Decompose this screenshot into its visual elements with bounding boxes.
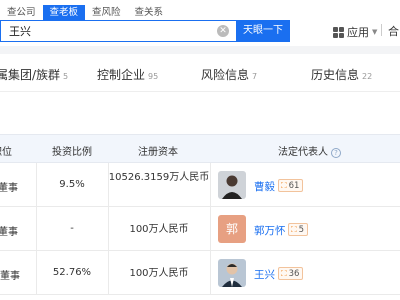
table-row: 董事 9.5% 10526.3159万人民币 曹毅 ⛶ 61 — [0, 163, 400, 207]
capital-cell: 100万人民币 — [129, 224, 189, 235]
capital-cell: 100万人民币 — [129, 268, 189, 279]
related-count-badge[interactable]: ⛶ 5 — [288, 223, 309, 236]
chevron-down-icon: ▼ — [372, 28, 378, 36]
tab-risk[interactable]: 查风险 — [85, 5, 128, 20]
clear-icon[interactable]: ✕ — [217, 25, 229, 37]
avatar[interactable]: 郭 — [218, 215, 246, 243]
table-header: 职位 投资比例 注册资本 法定代表人? — [0, 134, 400, 163]
col-legal-rep: 法定代表人? — [278, 143, 341, 158]
top-bar: 查公司 查老板 查风险 查关系 ✕ 天眼一下 应用 ▼ 合 — [0, 0, 400, 44]
network-icon: ⛶ — [281, 181, 287, 190]
ratio-cell: 9.5% — [59, 179, 85, 190]
related-count-badge[interactable]: ⛶ 36 — [278, 267, 304, 280]
tab-relation[interactable]: 查关系 — [128, 5, 171, 20]
related-count-badge[interactable]: ⛶ 61 — [278, 179, 304, 192]
apps-menu[interactable]: 应用 ▼ — [333, 24, 377, 40]
search-button[interactable]: 天眼一下 — [236, 20, 290, 42]
avatar[interactable] — [218, 171, 246, 199]
tab-boss[interactable]: 查老板 — [42, 5, 86, 20]
profile-subtabs: 属集团/族群 5 控制企业 95 风险信息 7 历史信息 22 — [0, 54, 400, 92]
subtab-risk[interactable]: 风险信息 7 — [201, 66, 257, 83]
content-spacer — [0, 92, 400, 130]
position-cell: 董事 — [0, 183, 18, 194]
col-ratio: 投资比例 — [52, 147, 92, 158]
help-icon[interactable]: ? — [331, 148, 341, 158]
header-divider — [381, 24, 382, 36]
position-cell: 事董事 — [0, 271, 20, 282]
avatar[interactable] — [218, 259, 246, 287]
tab-company[interactable]: 查公司 — [0, 5, 43, 20]
subtab-group[interactable]: 属集团/族群 5 — [0, 66, 68, 83]
table-row: 事董事 52.76% 100万人民币 王兴 ⛶36 — [0, 251, 400, 295]
search-box: ✕ — [0, 20, 236, 42]
section-separator — [0, 46, 400, 54]
position-cell: 董事 — [0, 227, 18, 238]
table-row: 董事 - 100万人民币 郭 郭万怀 ⛶ 5 — [0, 207, 400, 251]
legal-rep-link[interactable]: 王兴 — [254, 267, 275, 282]
search-type-tabs: 查公司 查老板 查风险 查关系 — [0, 5, 170, 20]
ratio-cell: - — [70, 223, 74, 234]
ratio-cell: 52.76% — [52, 267, 92, 278]
col-position: 职位 — [0, 147, 12, 158]
subtab-controlled[interactable]: 控制企业 95 — [97, 66, 158, 83]
network-icon: ⛶ — [281, 269, 287, 278]
apps-label: 应用 — [347, 26, 369, 39]
grid-icon — [333, 26, 344, 38]
legal-rep-link[interactable]: 郭万怀 — [254, 223, 286, 238]
legal-rep-link[interactable]: 曹毅 — [254, 179, 275, 194]
search-input[interactable] — [1, 24, 211, 38]
header-extra[interactable]: 合 — [388, 23, 399, 39]
subtab-history[interactable]: 历史信息 22 — [311, 66, 372, 83]
network-icon: ⛶ — [291, 225, 297, 234]
capital-cell: 10526.3159万人民币 — [108, 172, 210, 183]
col-capital: 注册资本 — [138, 147, 178, 158]
